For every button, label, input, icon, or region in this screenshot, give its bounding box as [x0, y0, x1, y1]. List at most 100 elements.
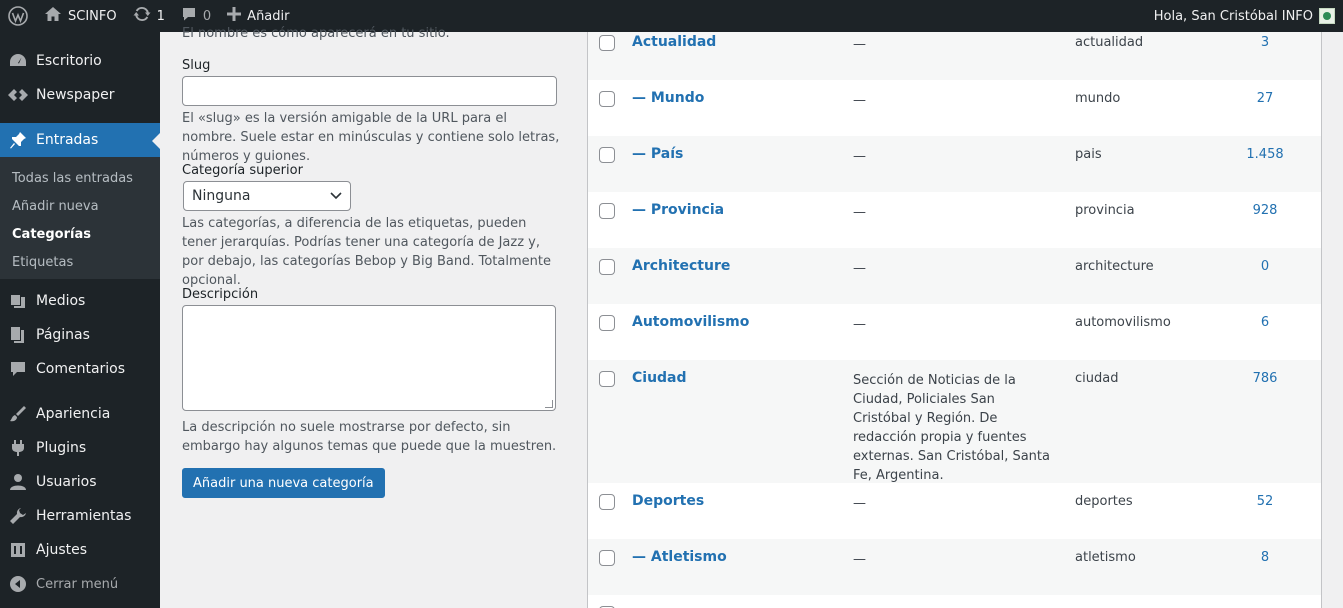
- plugins-icon: [0, 439, 36, 457]
- parent-category-select[interactable]: Ninguna: [183, 181, 351, 211]
- table-row: Architecture — architecture 0: [588, 248, 1321, 304]
- menu-plugins[interactable]: Plugins: [0, 431, 160, 465]
- collapse-label: Cerrar menú: [36, 576, 119, 592]
- menu-herramientas[interactable]: Herramientas: [0, 499, 160, 533]
- submenu-etiquetas[interactable]: Etiquetas: [12, 255, 73, 270]
- category-count-link[interactable]: 1.458: [1228, 147, 1302, 162]
- slug-input[interactable]: [182, 76, 557, 106]
- row-checkbox[interactable]: [599, 371, 615, 387]
- description-help-text: La descripción no suele mostrarse por de…: [182, 420, 557, 454]
- add-category-button[interactable]: Añadir una nueva categoría: [182, 468, 385, 498]
- menu-comentarios[interactable]: Comentarios: [0, 352, 160, 386]
- category-name-link[interactable]: — País: [632, 146, 683, 162]
- menu-label: Apariencia: [36, 406, 111, 422]
- category-description: —: [853, 496, 866, 511]
- greeting: Hola, San Cristóbal INFO: [1153, 8, 1313, 24]
- menu-newspaper[interactable]: Newspaper: [0, 78, 160, 112]
- menu-medios[interactable]: Medios: [0, 284, 160, 318]
- menu-label: Escritorio: [36, 53, 102, 69]
- menu-label: Entradas: [36, 132, 99, 148]
- category-slug: mundo: [1075, 91, 1121, 106]
- category-slug: ciudad: [1075, 371, 1119, 386]
- name-help-text: El nombre es cómo aparecerá en tu sitio.: [182, 26, 450, 41]
- category-name-link[interactable]: Actualidad: [632, 34, 716, 50]
- row-checkbox[interactable]: [599, 91, 615, 107]
- menu-apariencia[interactable]: Apariencia: [0, 397, 160, 431]
- table-row: — Atletismo — atletismo 8: [588, 539, 1321, 595]
- category-slug: deportes: [1075, 494, 1133, 509]
- submenu-anadir-nueva[interactable]: Añadir nueva: [12, 199, 99, 214]
- row-checkbox[interactable]: [599, 550, 615, 566]
- media-icon: [0, 292, 36, 310]
- table-row: — Provincia — provincia 928: [588, 192, 1321, 248]
- dashboard-icon: [0, 52, 36, 70]
- menu-usuarios[interactable]: Usuarios: [0, 465, 160, 499]
- wordpress-logo-icon[interactable]: [0, 0, 36, 32]
- submenu-todas-las-entradas[interactable]: Todas las entradas: [12, 171, 133, 186]
- category-slug: atletismo: [1075, 550, 1136, 565]
- category-name-link[interactable]: — Atletismo: [632, 549, 727, 565]
- menu-label: Ajustes: [36, 542, 88, 558]
- site-home-link[interactable]: SCINFO: [36, 0, 125, 32]
- row-checkbox[interactable]: [599, 203, 615, 219]
- menu-label: Páginas: [36, 327, 90, 343]
- category-slug: pais: [1075, 147, 1102, 162]
- category-description: —: [853, 261, 866, 276]
- category-count-link[interactable]: 928: [1228, 203, 1302, 218]
- category-description: Sección de Noticias de la Ciudad, Polici…: [853, 373, 1050, 483]
- category-count-link[interactable]: 8: [1228, 550, 1302, 565]
- category-slug: provincia: [1075, 203, 1135, 218]
- menu-label: Plugins: [36, 440, 87, 456]
- category-count-link[interactable]: 0: [1228, 259, 1302, 274]
- category-description: —: [853, 149, 866, 164]
- avatar: [1319, 8, 1335, 24]
- category-name-link[interactable]: — Mundo: [632, 90, 704, 106]
- newspaper-icon: [0, 88, 36, 102]
- row-checkbox[interactable]: [599, 259, 615, 275]
- table-row: Actualidad — actualidad 3: [588, 32, 1321, 80]
- my-account-link[interactable]: Hola, San Cristóbal INFO: [1154, 0, 1343, 32]
- menu-paginas[interactable]: Páginas: [0, 318, 160, 352]
- category-count-link[interactable]: 786: [1228, 371, 1302, 386]
- description-textarea[interactable]: [182, 305, 556, 411]
- page-margin: [1322, 32, 1343, 608]
- category-name-link[interactable]: Deportes: [632, 493, 704, 509]
- pages-icon: [0, 326, 36, 344]
- collapse-arrow-icon: [0, 575, 36, 593]
- category-count-link[interactable]: 6: [1228, 315, 1302, 330]
- chevron-down-icon: [330, 188, 342, 204]
- submenu-categorias[interactable]: Categorías: [12, 227, 91, 242]
- menu-ajustes[interactable]: Ajustes: [0, 533, 160, 567]
- row-checkbox[interactable]: [599, 494, 615, 510]
- collapse-menu-button[interactable]: Cerrar menú: [0, 567, 160, 601]
- category-name-link[interactable]: Architecture: [632, 258, 730, 274]
- slug-label: Slug: [182, 58, 211, 73]
- category-count-link[interactable]: 52: [1228, 494, 1302, 509]
- category-count-link[interactable]: 3: [1228, 35, 1302, 50]
- posts-submenu: Todas las entradas Añadir nueva Categorí…: [0, 157, 160, 279]
- pin-icon: [0, 131, 36, 149]
- row-checkbox[interactable]: [599, 147, 615, 163]
- menu-escritorio[interactable]: Escritorio: [0, 44, 160, 78]
- menu-label: Herramientas: [36, 508, 132, 524]
- category-name-link[interactable]: Automovilismo: [632, 314, 749, 330]
- updates-link[interactable]: 1: [125, 0, 173, 32]
- category-name-link[interactable]: — Provincia: [632, 202, 724, 218]
- category-description: —: [853, 205, 866, 220]
- comments-count: 0: [202, 8, 212, 24]
- parent-category-label: Categoría superior: [182, 163, 303, 178]
- row-checkbox[interactable]: [599, 35, 615, 51]
- category-count-link[interactable]: 27: [1228, 91, 1302, 106]
- table-row: Automovilismo — automovilismo 6: [588, 304, 1321, 360]
- appearance-icon: [0, 405, 36, 423]
- menu-label: Newspaper: [36, 87, 115, 103]
- category-description: —: [853, 93, 866, 108]
- menu-entradas[interactable]: Entradas: [0, 123, 160, 157]
- parent-help-text: Las categorías, a diferencia de las etiq…: [182, 216, 551, 288]
- description-label: Descripción: [182, 287, 259, 302]
- admin-sidebar: Escritorio Newspaper Entradas Todas las …: [0, 32, 160, 608]
- row-checkbox[interactable]: [599, 315, 615, 331]
- parent-category-value: Ninguna: [192, 188, 251, 204]
- category-name-link[interactable]: Ciudad: [632, 370, 687, 386]
- comments-icon: [0, 360, 36, 378]
